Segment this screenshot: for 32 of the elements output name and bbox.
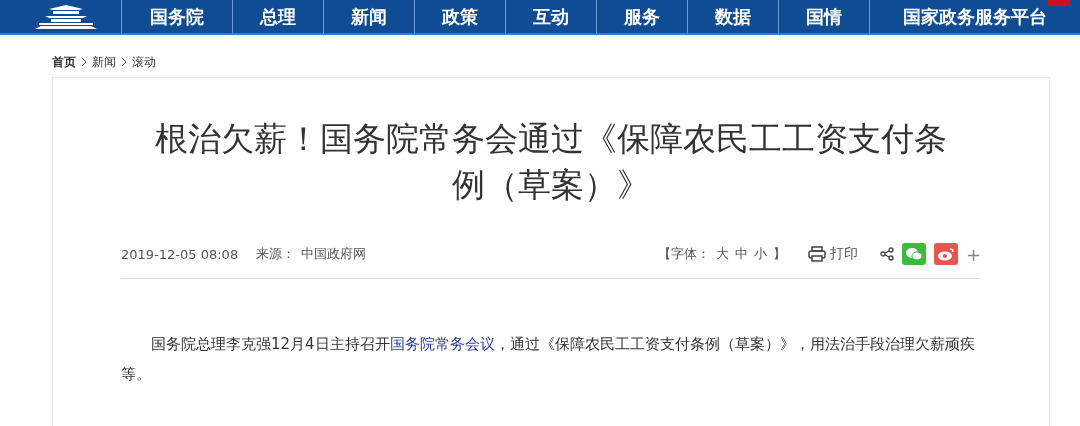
chevron-icon: [121, 57, 127, 67]
eye-logo-icon[interactable]: [933, 243, 958, 265]
source-name: 中国政府网: [301, 245, 367, 263]
nav-tab[interactable]: 国务院: [121, 0, 232, 33]
nav-tab[interactable]: 服务: [596, 0, 687, 33]
print-button[interactable]: 打印: [807, 245, 858, 263]
printer-icon: [807, 246, 826, 262]
nav-tab[interactable]: 新闻: [323, 0, 414, 33]
breadcrumb-link[interactable]: 新闻: [92, 53, 116, 71]
font-size-option[interactable]: 中: [734, 245, 748, 263]
breadcrumb-link[interactable]: 滚动: [132, 53, 156, 71]
nav-tab[interactable]: 数据: [687, 0, 778, 33]
article-paragraph: 国务院总理李克强12月4日主持召开国务院常务会议，通过《保障农民工工资支付条例（草案）》，用法治手段治理欠薪顽疾等。: [121, 334, 976, 385]
nav-tab[interactable]: 总理: [232, 0, 323, 33]
source-label: 来源：: [256, 245, 296, 263]
font-size-label: 【字体：: [657, 245, 710, 263]
nav-tab[interactable]: 政策: [414, 0, 505, 33]
share-icon[interactable]: [879, 247, 894, 261]
chat-bubbles-icon[interactable]: [901, 243, 926, 265]
font-size-option[interactable]: 小: [753, 245, 767, 263]
publish-date: 2019-12-05 08:08: [121, 246, 239, 262]
bracket-text: 】: [772, 245, 786, 263]
nav-tab[interactable]: 国家政务服务平台: [869, 0, 1080, 33]
font-size-option[interactable]: 大: [715, 245, 729, 263]
nav-tab[interactable]: 国情: [778, 0, 869, 33]
more-share-button[interactable]: +: [965, 243, 981, 265]
article-title: 根治欠薪！国务院常务会通过《保障农民工工资支付条例（草案）》: [154, 118, 948, 206]
breadcrumb-link[interactable]: 首页: [52, 53, 76, 71]
nav-tab[interactable]: 互动: [505, 0, 596, 33]
chevron-icon: [81, 57, 87, 67]
building-logo-icon: [35, 3, 97, 30]
meeting-link[interactable]: 国务院常务会议: [389, 335, 495, 353]
